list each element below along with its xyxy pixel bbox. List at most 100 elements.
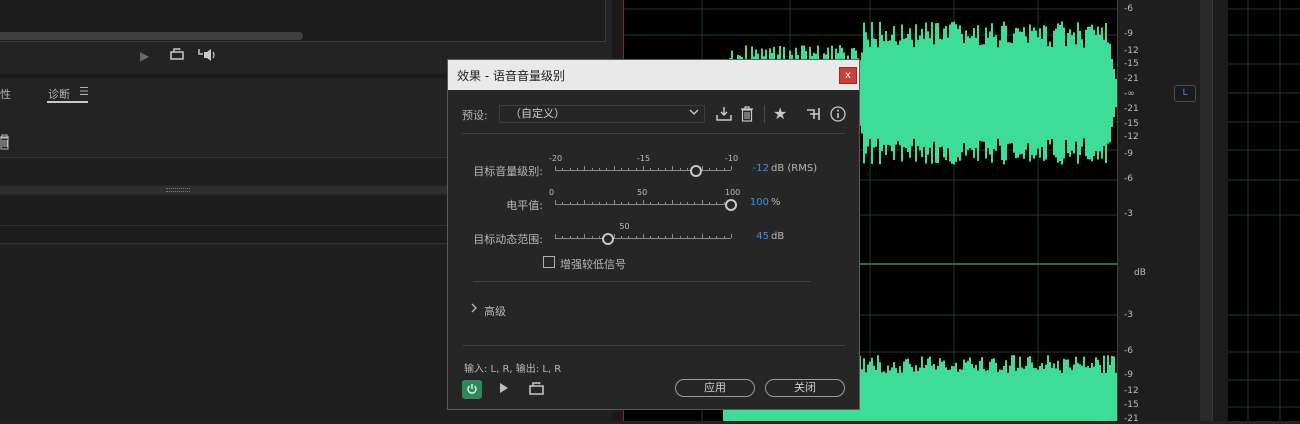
- slider-label: 目标动态范围:: [473, 233, 543, 246]
- slider-tick: [657, 236, 659, 238]
- slider-tick: [562, 236, 564, 238]
- resize-grip-icon[interactable]: [166, 188, 190, 192]
- ruler-tick-label: -9: [1124, 370, 1133, 380]
- boost-low-signals-checkbox[interactable]: [543, 256, 555, 268]
- ruler-tick-label: -12: [1124, 46, 1139, 56]
- effect-dialog: 效果 - 语音音量级别 x 预设: （自定义） ★ 目标音量级别: -20 -15 -…: [447, 59, 860, 410]
- slider-track[interactable]: [555, 204, 731, 205]
- close-button[interactable]: 关闭: [765, 379, 845, 397]
- play-icon[interactable]: ▶: [140, 49, 149, 63]
- slider-tick: [665, 168, 666, 170]
- slider-tick: [555, 234, 556, 238]
- dialog-titlebar[interactable]: 效果 - 语音音量级别 x: [448, 60, 859, 90]
- horizontal-scrollbar[interactable]: [0, 32, 303, 40]
- preview-play-icon[interactable]: [499, 382, 509, 397]
- divider: [473, 281, 811, 282]
- ruler-tick-label: -21: [1124, 74, 1139, 84]
- slider-tick: [716, 202, 718, 204]
- slider-tick: [555, 166, 556, 170]
- close-icon[interactable]: x: [839, 67, 857, 84]
- slider-tick: [709, 202, 710, 204]
- divider: [462, 345, 845, 346]
- slider-label: 电平值:: [506, 199, 543, 212]
- apply-button[interactable]: 应用: [675, 379, 755, 397]
- save-preset-icon[interactable]: [716, 106, 732, 126]
- slider-tick-label: -10: [725, 154, 739, 163]
- favorite-star-icon[interactable]: ★: [773, 106, 787, 122]
- slider-tick: [657, 202, 659, 204]
- divider: [462, 133, 845, 134]
- slider-tick: [555, 200, 556, 204]
- vertical-scrollbar[interactable]: [1200, 0, 1212, 421]
- slider-tick-label: 50: [619, 222, 630, 231]
- ruler-tick-label: -6: [1124, 4, 1133, 14]
- slider-tick: [709, 236, 710, 238]
- slider-tick: [679, 202, 681, 204]
- slider-label: 目标音量级别:: [473, 165, 543, 178]
- chevron-right-icon[interactable]: [470, 303, 478, 316]
- slider-value[interactable]: 100: [750, 197, 769, 208]
- slider-tick: [613, 234, 615, 238]
- slider-value[interactable]: 45: [756, 231, 769, 242]
- ruler-tick-label: -15: [1124, 400, 1139, 410]
- slider-track[interactable]: [555, 170, 731, 171]
- trash-icon[interactable]: [0, 134, 10, 153]
- channel-left-badge[interactable]: L: [1174, 85, 1196, 102]
- slider-tick-label: -20: [549, 154, 563, 163]
- slider-tick: [665, 202, 666, 204]
- slider-tick: [650, 168, 652, 170]
- slider-tick: [687, 168, 688, 170]
- slider-tick: [599, 236, 600, 238]
- slider-tick: [613, 166, 615, 170]
- chevron-down-icon[interactable]: [689, 105, 699, 123]
- power-icon[interactable]: [462, 380, 482, 399]
- slider-tick: [643, 200, 644, 204]
- slider-tick: [569, 168, 571, 170]
- slider-tick: [591, 236, 593, 238]
- routing-icon[interactable]: [806, 106, 822, 126]
- slider-tick: [701, 200, 703, 204]
- slider-knob[interactable]: [725, 199, 737, 211]
- slider-knob[interactable]: [601, 233, 614, 245]
- loop-icon[interactable]: [529, 382, 544, 398]
- slider-tick: [577, 168, 578, 170]
- slider-tick: [657, 168, 659, 170]
- slider-tick: [606, 168, 608, 170]
- slider-tick: [643, 234, 644, 238]
- slider-tick: [562, 168, 564, 170]
- info-icon[interactable]: [830, 106, 846, 126]
- slider-tick: [635, 236, 637, 238]
- preset-dropdown[interactable]: （自定义）: [499, 105, 705, 123]
- slider-tick: [723, 236, 725, 238]
- dialog-title: 效果 - 语音音量级别: [457, 69, 565, 83]
- slider-tick: [606, 202, 608, 204]
- tab-properties-partial[interactable]: 性: [0, 86, 11, 102]
- slider-tick: [650, 202, 652, 204]
- ruler-tick-label: -12: [1124, 386, 1139, 396]
- ruler-tick-label: -3: [1124, 310, 1133, 320]
- slider-unit: dB (RMS): [771, 163, 818, 174]
- slider-tick: [672, 166, 674, 170]
- boost-low-signals-label: 增强较低信号: [560, 258, 626, 271]
- slider-knob[interactable]: [689, 165, 702, 177]
- io-routing-text: 输入: L, R, 输出: L, R: [464, 364, 562, 375]
- slider-tick-label: -15: [637, 154, 651, 163]
- slider-tick: [621, 168, 622, 170]
- skip-to-output-icon[interactable]: [197, 48, 217, 65]
- loop-icon[interactable]: [170, 48, 184, 63]
- slider-tick: [687, 202, 688, 204]
- ruler-tick-label: -6: [1124, 174, 1133, 184]
- advanced-toggle[interactable]: 高级: [484, 303, 506, 319]
- slider-tick: [599, 168, 600, 170]
- slider-value[interactable]: -12: [753, 163, 769, 174]
- delete-preset-icon[interactable]: [740, 106, 754, 126]
- tab-diagnostics[interactable]: 诊断: [48, 86, 70, 102]
- slider-tick: [665, 236, 666, 238]
- slider-tick: [584, 200, 586, 204]
- slider-tick: [599, 202, 600, 204]
- panel-menu-icon[interactable]: ☰: [79, 85, 89, 98]
- slider-tick: [569, 236, 571, 238]
- slider-tick: [613, 200, 615, 204]
- slider-track[interactable]: [555, 238, 731, 239]
- ruler-tick-label: -9: [1124, 29, 1133, 39]
